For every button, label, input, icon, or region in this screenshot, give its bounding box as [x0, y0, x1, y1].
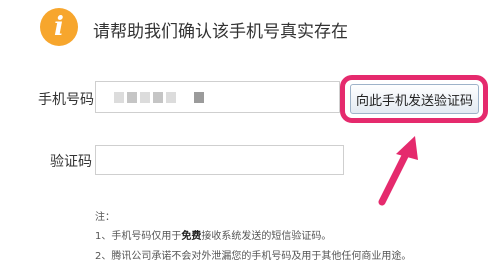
- note-line-1: 1、手机号码仅用于免费接收系统发送的短信验证码。: [95, 231, 332, 242]
- pointer-arrow-icon: [378, 136, 418, 206]
- note-line-2: 2、腾讯公司承诺不会对外泄漏您的手机号码及用于其他任何商业用途。: [95, 251, 412, 262]
- notes-title: 注：: [95, 212, 115, 223]
